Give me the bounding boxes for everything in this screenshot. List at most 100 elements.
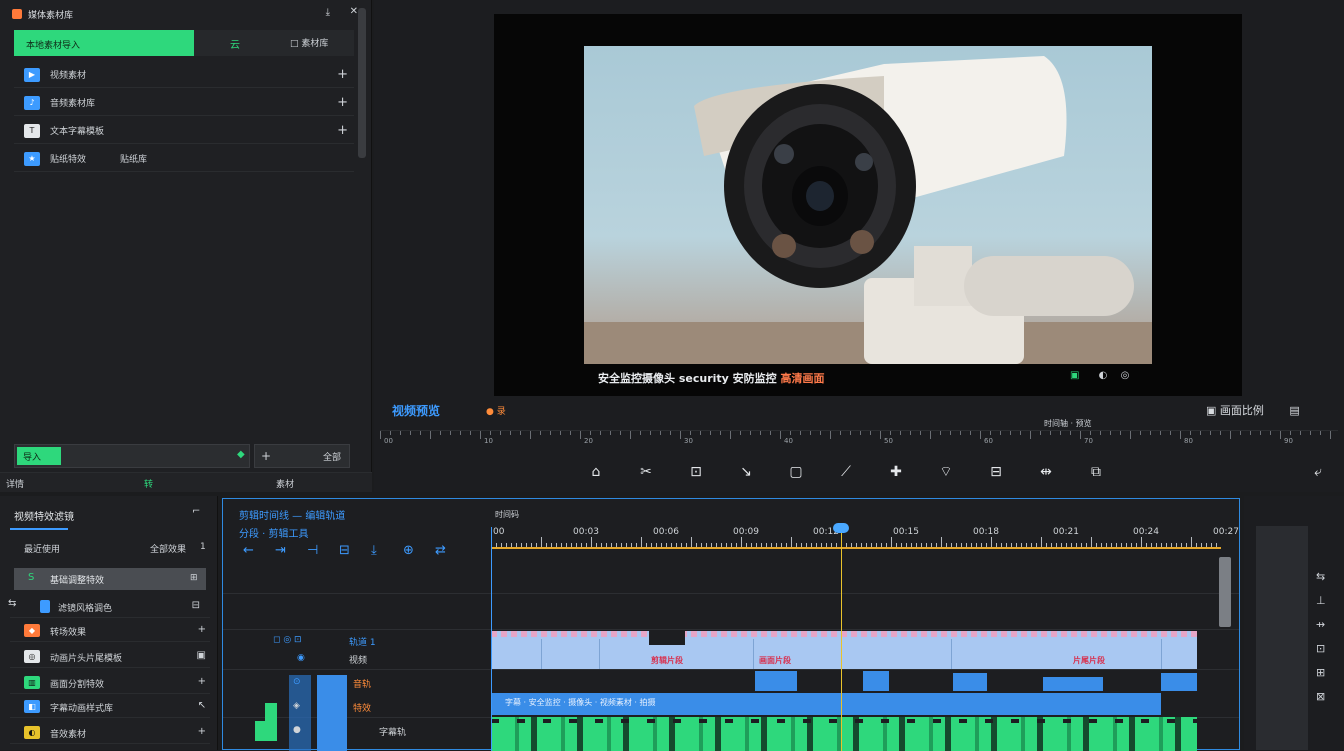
fullscreen-icon[interactable]: ▤ [1289,404,1299,417]
playhead-handle[interactable] [833,523,849,533]
frame-icon[interactable]: ▢ [784,460,808,484]
media-footer: 详情 转 素材 [0,472,372,492]
fx-row-split[interactable]: ▥ 画面分割特效 + [10,672,210,694]
collapse-icon[interactable]: ⌐ [192,506,200,517]
timeline-ruler[interactable]: 00 00:03 00:06 00:09 00:12 00:15 00:18 00:21 00:… [491,527,1239,549]
tab-library[interactable]: □ 素材库 [290,36,328,49]
track-header-row[interactable]: ⊙ 音轨 [223,677,489,699]
fx-action[interactable]: ↖ [198,700,206,711]
filter-all-button[interactable]: 全部 [323,450,341,463]
jump-icon[interactable]: ⇥ [275,543,286,558]
split-icon[interactable]: ⊟ [339,543,350,558]
subtitle-clip-small[interactable] [1043,677,1103,691]
grid-icon[interactable]: ⊞ [190,573,198,583]
add-icon[interactable]: + [261,449,271,463]
target-icon[interactable]: ◎ [1121,370,1130,381]
footer-details[interactable]: 详情 [6,477,24,490]
swap-icon[interactable]: ⇄ [435,543,446,558]
track-header-row[interactable]: ◉ 视频 [223,653,489,675]
subtitle-clip-end[interactable] [1161,673,1197,691]
trim-icon[interactable]: ⊣ [307,543,318,558]
media-scrollbar[interactable] [358,8,366,158]
recent-tab[interactable]: 最近使用 [24,542,60,555]
aspect-icon[interactable]: ▣ [1070,370,1079,381]
line-icon[interactable]: ⟋ [834,460,858,484]
arrow-icon[interactable]: ↘ [734,460,758,484]
timeline-tick [561,543,562,547]
aspect-ratio-button[interactable]: ▣ 画面比例 [1206,404,1264,417]
subtitle-clip-small[interactable] [755,671,797,691]
effects-selected-item[interactable]: S 基础调整特效 ⊞ [14,568,206,590]
swap-icon[interactable]: ⇆ [1316,570,1325,583]
track-header-row[interactable]: ● 字幕轨 [223,725,489,747]
undo-icon[interactable]: ⤶ [1306,460,1330,484]
subtitle-clip-small[interactable] [863,671,889,691]
grid-icon[interactable]: ⊞ [1316,666,1325,679]
pin-icon[interactable]: ⤓ [326,7,330,18]
timeline-tick [556,543,557,547]
preview-ruler[interactable]: 00 10 20 30 40 50 60 70 80 90 [380,430,1338,448]
fx-action[interactable]: ⊟ [192,600,200,611]
color-icon[interactable]: ◐ [1099,370,1108,381]
copy-icon[interactable]: ⧉ [1084,460,1108,484]
track-dot-icon[interactable]: ● [293,725,301,735]
track-fx-icon[interactable]: ◈ [293,701,300,711]
frame-icon[interactable]: ⊡ [1316,642,1325,655]
expand-icon[interactable]: ⇸ [1316,618,1325,631]
track-controls[interactable]: ◻ ◎ ⊡ [273,635,302,645]
fx-label: 滤镜风格调色 [58,604,113,614]
close-icon[interactable]: ✕ [350,6,358,17]
cut-icon[interactable]: ✂ [634,460,658,484]
track-audio-icon[interactable]: ⊙ [293,677,301,687]
sticker-library-link[interactable]: 贴纸库 [120,152,147,165]
fx-action[interactable]: + [198,676,206,687]
split-icon[interactable]: ⊟ [984,460,1008,484]
preview-panel: 安全监控摄像头 security 安防监控 高清画面 ▣ ◐ ◎ 视频预览 ● … [374,0,1344,492]
media-row-video[interactable]: ▶ 视频素材 + [14,62,354,88]
home-icon[interactable]: ⌂ [584,460,608,484]
fx-row-sound[interactable]: ◐ 音效素材 + [10,722,210,744]
ruler-tick [990,431,991,435]
timeline-tick [981,543,982,547]
in-point-marker[interactable] [491,527,492,751]
media-row-sticker[interactable]: ★ 贴纸特效 贴纸库 [14,146,354,172]
add-icon[interactable]: + [337,95,348,110]
import-button[interactable]: 导入 [17,447,61,465]
anchor-icon[interactable]: ⊥ [1316,594,1326,607]
footer-material[interactable]: 素材 [276,477,294,490]
crop-icon[interactable]: ⊡ [684,460,708,484]
download-icon[interactable]: ⤓ [371,543,377,558]
tab-local-import[interactable]: 本地素材导入 [14,30,194,56]
tab-cloud[interactable]: 云 [230,36,240,51]
add-icon[interactable]: + [337,123,348,138]
timeline-scrollbar[interactable] [1219,557,1231,627]
fx-row-transition[interactable]: ◆ 转场效果 + [10,620,210,642]
playhead[interactable] [841,527,842,751]
timeline-tick [986,543,987,547]
add-marker-icon[interactable]: ✚ [884,460,908,484]
zoom-icon[interactable]: ⊕ [403,543,414,558]
track-eye-icon[interactable]: ◉ [297,653,305,663]
fx-action[interactable]: + [198,726,206,737]
all-effects-tab[interactable]: 全部效果 [150,542,186,555]
fx-row-animation[interactable]: ◎ 动画片头片尾模板 ▣ [10,646,210,668]
track-header-row[interactable]: ◈ 特效 [223,701,489,723]
media-row-audio[interactable]: ♪ 音频素材库 + [14,90,354,116]
add-icon[interactable]: + [337,67,348,82]
close-box-icon[interactable]: ⊠ [1316,690,1325,703]
arrow-left-icon[interactable]: ← [243,543,254,558]
fx-action[interactable]: ▣ [197,650,206,661]
media-row-text[interactable]: T 文本字幕模板 + [14,118,354,144]
fx-row-subtitle[interactable]: ◧ 字幕动画样式库 ↖ [10,696,210,718]
timeline-tick [751,543,752,547]
video-clip-track[interactable]: 剪辑片段 画面片段 片尾片段 [491,631,1197,669]
diamond-icon[interactable]: ◆ [237,449,245,460]
footer-convert[interactable]: 转 [144,477,153,490]
subtitle-clip-track[interactable]: 字幕 · 安全监控 · 摄像头 · 视频素材 · 拍摄 [491,693,1161,715]
resize-icon[interactable]: ⇹ [1034,460,1058,484]
mask-icon[interactable]: ⌔ [934,460,958,484]
fx-action[interactable]: + [198,624,206,635]
subtitle-clip-small[interactable] [953,673,987,691]
fx-row-filter[interactable]: 滤镜风格调色 ⊟ [10,596,210,618]
timeline-tick [581,543,582,547]
